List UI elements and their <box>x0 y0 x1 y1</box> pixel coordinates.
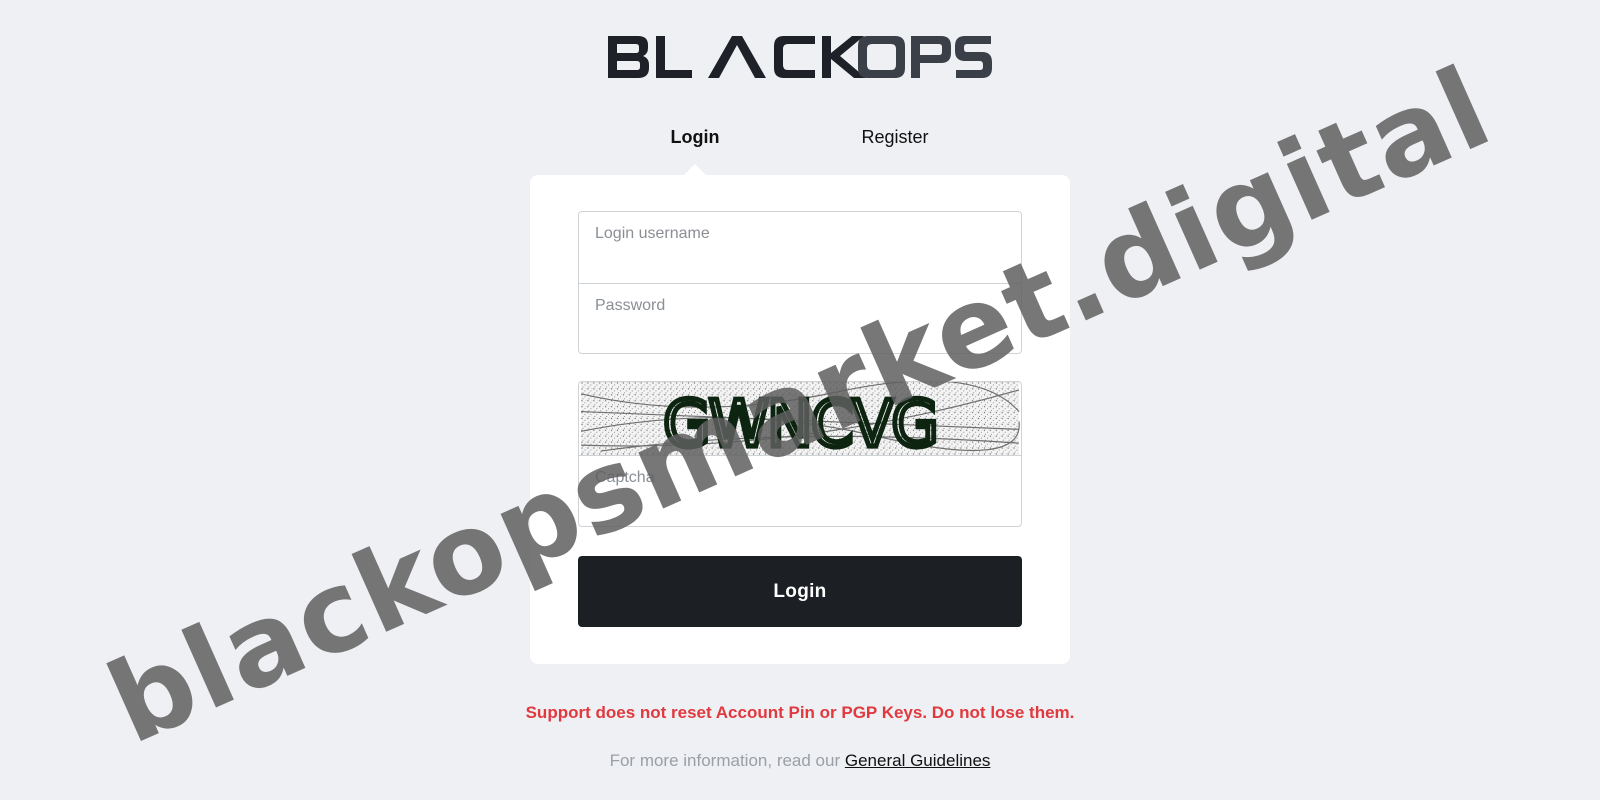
login-button[interactable]: Login <box>578 556 1022 627</box>
active-tab-indicator <box>684 164 706 175</box>
pin-warning: Support does not reset Account Pin or PG… <box>525 703 1075 722</box>
login-card: Login username Password GWNCVG Captcha L… <box>530 175 1070 664</box>
guidelines-info: For more information, read our General G… <box>0 751 1600 771</box>
info-text: For more information, read our <box>609 751 841 770</box>
password-field-wrapper: Password <box>579 283 1021 353</box>
credentials-group: Login username Password <box>578 211 1022 354</box>
tab-register[interactable]: Register <box>861 127 928 148</box>
login-page: Login Register Login username Password G… <box>0 0 1600 800</box>
black-ops-logo <box>608 36 992 78</box>
captcha-image: GWNCVG <box>579 382 1021 456</box>
captcha-group: GWNCVG Captcha <box>578 381 1022 527</box>
username-field-wrapper: Login username <box>579 212 1021 283</box>
password-input[interactable] <box>579 284 1021 353</box>
captcha-field-wrapper: Captcha <box>579 456 1021 526</box>
captcha-text: GWNCVG <box>663 387 937 456</box>
general-guidelines-link[interactable]: General Guidelines <box>845 751 991 770</box>
username-input[interactable] <box>579 212 1021 283</box>
auth-tabs: Login Register <box>0 127 1600 151</box>
tab-login[interactable]: Login <box>671 127 720 148</box>
captcha-input[interactable] <box>579 456 1021 526</box>
